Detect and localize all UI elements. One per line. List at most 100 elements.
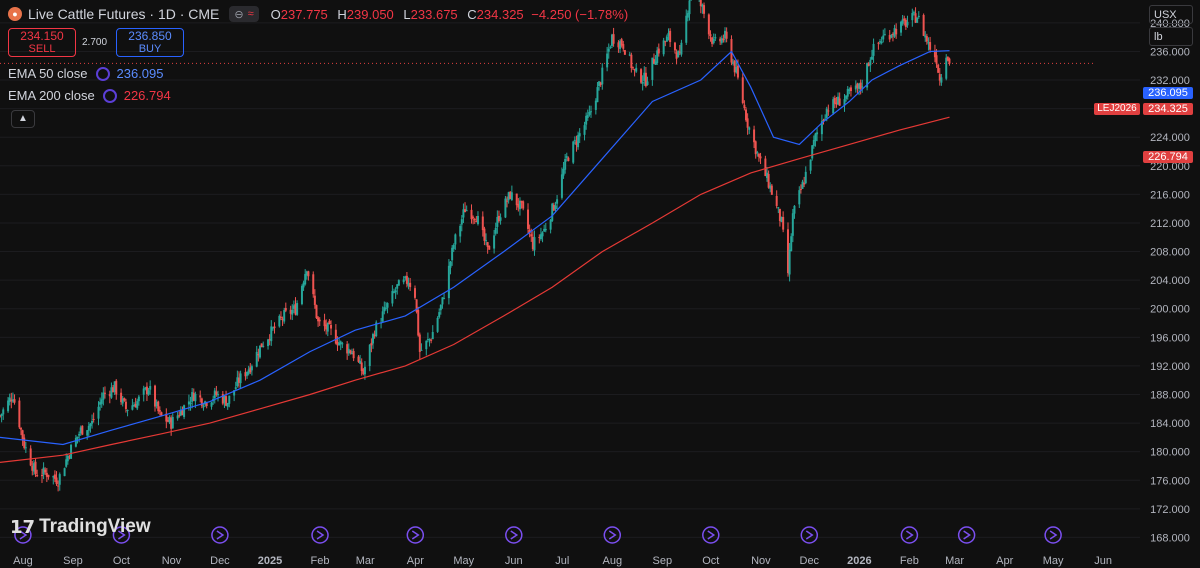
- settings-cycle-icon[interactable]: [95, 66, 110, 81]
- candle-body: [816, 132, 819, 135]
- candle-body: [283, 310, 286, 322]
- candle-body: [386, 303, 389, 308]
- close-label: C: [467, 6, 477, 22]
- y-tick-label: 200.000: [1150, 304, 1190, 316]
- sell-button[interactable]: 234.150 SELL: [8, 28, 76, 57]
- candle-body: [564, 159, 567, 170]
- candle-body: [76, 436, 79, 439]
- candle-body: [74, 437, 77, 447]
- ema50-line: [0, 50, 950, 446]
- candle-body: [452, 244, 455, 249]
- y-tick-label: 216.000: [1150, 189, 1190, 201]
- candle-body: [527, 209, 530, 229]
- candle-body: [34, 461, 37, 474]
- candle-body: [799, 189, 802, 191]
- cattle-logo-icon: ●: [8, 7, 22, 21]
- tradingview-logo[interactable]: 𝟭𝟳 TradingView: [10, 516, 151, 538]
- y-tick-label: 204.000: [1150, 275, 1190, 287]
- market-status-chip[interactable]: ⊖ ≈: [229, 6, 259, 22]
- indicator-value: 226.794: [123, 88, 171, 103]
- x-tick-label: Sep: [653, 555, 673, 567]
- candle-body: [194, 393, 197, 402]
- candle-body: [488, 245, 491, 250]
- candle-body: [394, 290, 397, 293]
- open-label: O: [270, 6, 281, 22]
- candle-body: [304, 274, 307, 285]
- candle-body: [183, 405, 186, 417]
- candle-body: [567, 157, 570, 162]
- symbol-title[interactable]: Live Cattle Futures · 1D · CME: [28, 6, 219, 22]
- candle-body: [640, 69, 643, 83]
- price-chart[interactable]: 168.000 172.000 176.000 180.000 184.000 188.0…: [0, 0, 1200, 568]
- candle-body: [126, 409, 129, 412]
- candle-body: [838, 98, 841, 106]
- indicator-ema50[interactable]: EMA 50 close 236.095: [8, 66, 164, 81]
- candle-body: [533, 237, 536, 251]
- candle-body: [234, 387, 237, 390]
- candle-body: [877, 42, 880, 44]
- candle-body: [92, 418, 95, 420]
- candle-body: [81, 425, 84, 435]
- candle-body: [940, 77, 943, 83]
- x-tick-label: Feb: [900, 555, 919, 567]
- candle-body: [57, 485, 60, 487]
- candle-body: [55, 477, 58, 485]
- low-label: L: [403, 6, 411, 22]
- candle-body: [549, 219, 552, 230]
- candle-body: [318, 319, 321, 322]
- candle-body: [541, 232, 544, 237]
- y-tick-label: 188.000: [1150, 389, 1190, 401]
- candle-body: [788, 249, 791, 275]
- x-tick-label: Oct: [113, 555, 130, 567]
- tradingview-mark-icon: 𝟭𝟳: [10, 516, 36, 537]
- candle-body: [44, 469, 47, 473]
- candle-body: [722, 38, 725, 41]
- x-tick-label: May: [1043, 555, 1064, 567]
- candle-body: [449, 261, 452, 268]
- candle-body: [572, 141, 575, 163]
- candle-body: [596, 87, 599, 103]
- candle-body: [635, 67, 638, 72]
- candle-body: [849, 87, 852, 92]
- ema200-line: [0, 116, 950, 463]
- candle-body: [759, 156, 762, 159]
- currency-selector[interactable]: USX: [1149, 5, 1193, 24]
- candle-body: [601, 67, 604, 85]
- candle-body: [493, 235, 496, 249]
- candle-body: [147, 390, 150, 395]
- candle-body: [714, 37, 717, 39]
- y-tick-label: 236.000: [1150, 46, 1190, 58]
- y-tick-label: 180.000: [1150, 447, 1190, 459]
- collapse-legend-button[interactable]: ▲: [11, 110, 35, 128]
- candle-body: [646, 81, 649, 85]
- candle-body: [544, 228, 547, 231]
- candle-body: [171, 416, 174, 429]
- x-tick-label: Jun: [1094, 555, 1112, 567]
- candle-body: [420, 349, 423, 351]
- candle-body: [703, 5, 706, 14]
- unit-selector[interactable]: lb: [1149, 27, 1193, 46]
- candle-body: [890, 35, 893, 38]
- candle-body: [137, 396, 140, 402]
- candle-body: [483, 228, 486, 241]
- symbol-price-tag: LEJ2026: [1094, 103, 1140, 115]
- candle-body: [158, 410, 161, 412]
- candle-body: [270, 326, 273, 342]
- settings-cycle-icon[interactable]: [102, 88, 117, 103]
- indicator-ema200[interactable]: EMA 200 close 226.794: [8, 88, 171, 103]
- buy-button[interactable]: 236.850 BUY: [116, 28, 184, 57]
- candle-body: [662, 40, 665, 55]
- candle-body: [589, 111, 592, 113]
- candle-body: [680, 42, 683, 55]
- candle-body: [736, 65, 739, 78]
- candle-body: [622, 44, 625, 49]
- candle-body: [741, 77, 744, 104]
- candle-body: [612, 34, 615, 44]
- candle-body: [291, 309, 294, 315]
- indicator-value: 236.095: [116, 66, 164, 81]
- event-marker-icon: [311, 526, 329, 544]
- candle-body: [669, 30, 672, 43]
- candle-body: [70, 444, 73, 459]
- candle-body: [665, 36, 668, 42]
- candle-body: [459, 225, 462, 237]
